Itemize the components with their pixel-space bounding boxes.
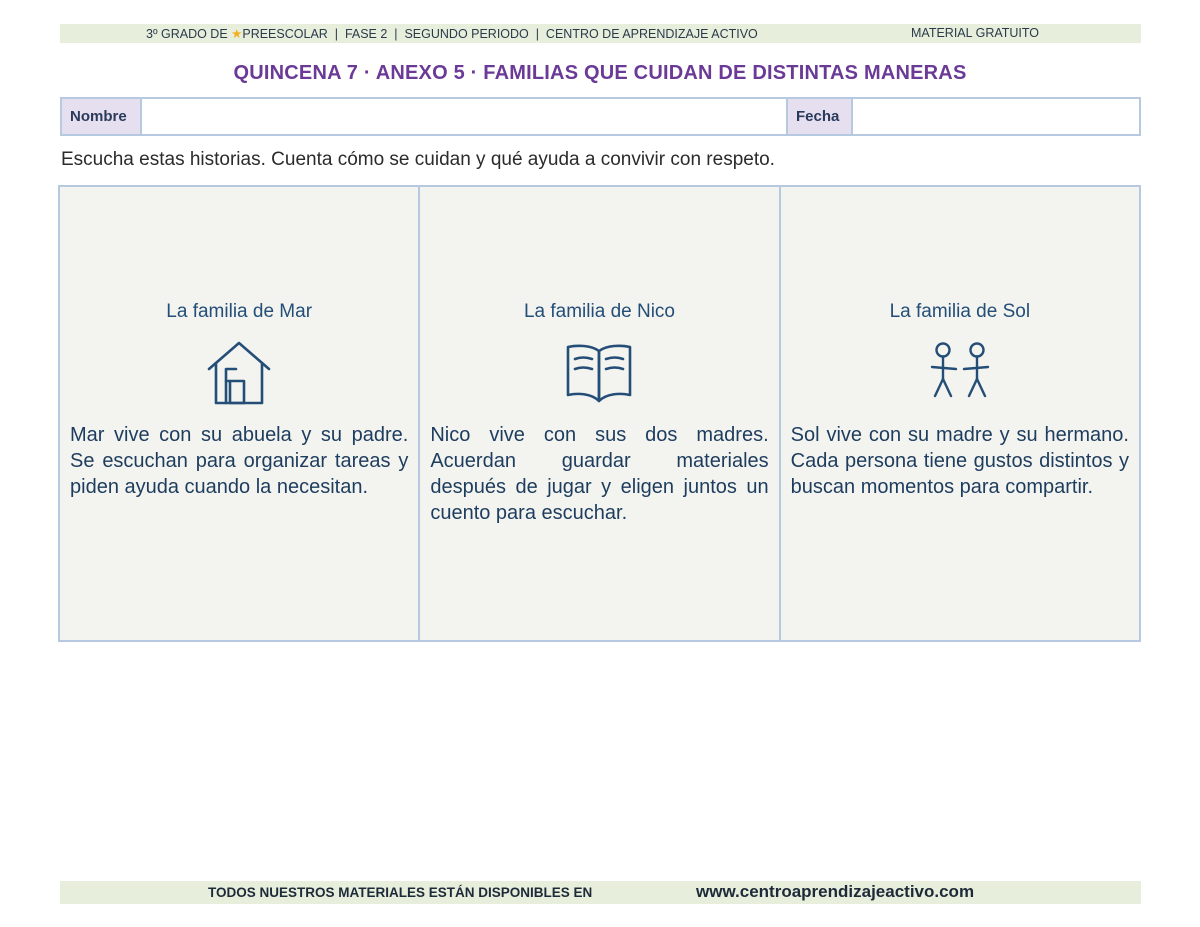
name-label: Nombre	[62, 99, 142, 134]
top-banner: 3º GRADO DE ★PREESCOLAR | FASE 2 | SEGUN…	[60, 24, 1141, 43]
card-nico: La familia de Nico Nico vive con sus dos…	[420, 187, 781, 640]
date-field[interactable]	[853, 99, 1139, 134]
banner-free-material: MATERIAL GRATUITO	[911, 26, 1040, 40]
card-title: La familia de Mar	[166, 301, 313, 322]
family-cards: La familia de Mar Mar vive con su abuela…	[58, 185, 1141, 642]
two-people-icon	[926, 341, 994, 405]
footer-text: TODOS NUESTROS MATERIALES ESTÁN DISPONIB…	[208, 885, 593, 900]
card-title: La familia de Nico	[523, 301, 675, 322]
card-story: Sol vive con su madre y su hermano. Cada…	[790, 424, 1129, 498]
date-label: Fecha	[788, 99, 853, 134]
banner-phase-text: PREESCOLAR | FASE 2 | SEGUNDO PERIODO | …	[242, 27, 758, 41]
name-date-row: Nombre Fecha	[60, 97, 1141, 136]
name-field[interactable]	[142, 99, 788, 134]
page-title: QUINCENA 7 · ANEXO 5 · FAMILIAS QUE CUID…	[233, 62, 967, 84]
banner-grade-text: 3º GRADO DE	[146, 27, 232, 41]
footer-banner: TODOS NUESTROS MATERIALES ESTÁN DISPONIB…	[60, 881, 1141, 904]
card-sol: La familia de Sol Sol vive con su madre …	[781, 187, 1139, 640]
banner-left-text: 3º GRADO DE ★PREESCOLAR | FASE 2 | SEGUN…	[146, 26, 758, 41]
card-title: La familia de Sol	[889, 301, 1031, 322]
house-icon	[205, 341, 273, 405]
instructions-text: Escucha estas historias. Cuenta cómo se …	[61, 149, 775, 170]
card-mar: La familia de Mar Mar vive con su abuela…	[60, 187, 421, 640]
card-story: Mar vive con su abuela y su padre. Se es…	[70, 424, 409, 498]
card-story: Nico vive con sus dos madres. Acuerdan g…	[430, 424, 769, 524]
website-link[interactable]: www.centroaprendizajeactivo.com	[696, 882, 974, 902]
star-icon: ★	[231, 27, 243, 41]
book-icon	[565, 341, 633, 405]
